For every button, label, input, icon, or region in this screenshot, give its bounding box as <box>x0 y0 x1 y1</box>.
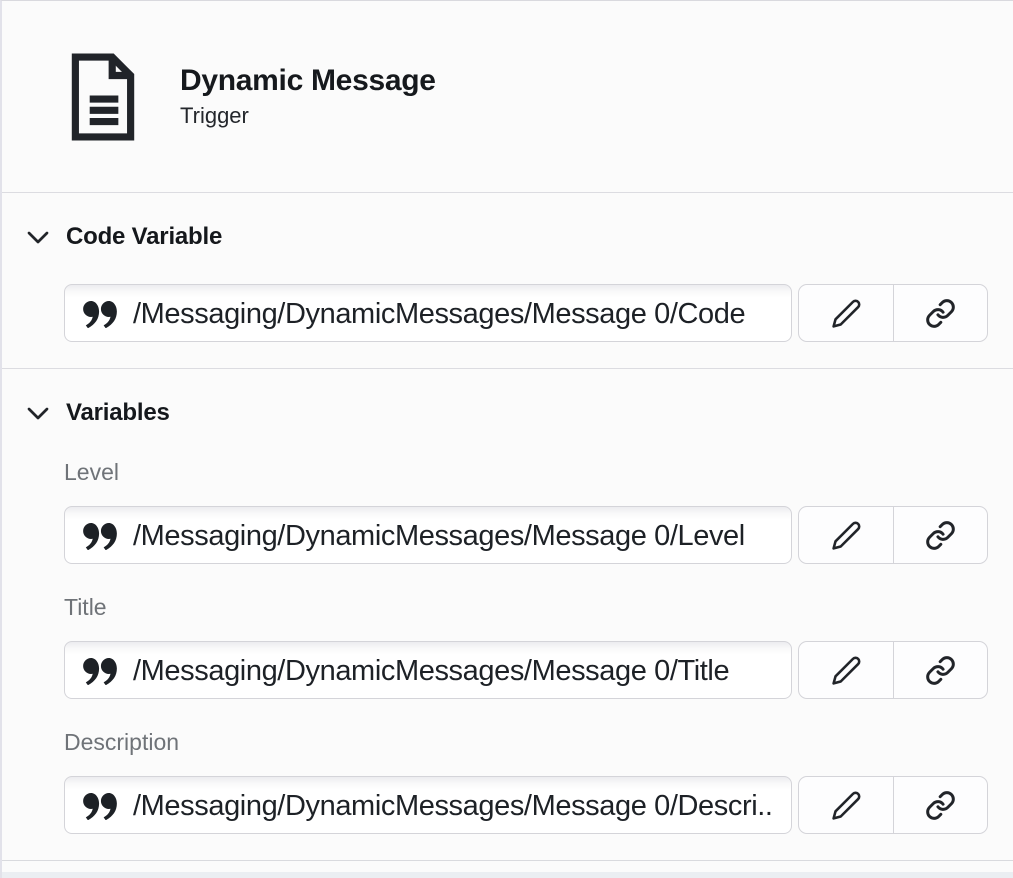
link-button[interactable] <box>893 285 987 341</box>
link-icon <box>925 655 956 686</box>
pencil-icon <box>831 655 862 686</box>
variable-path-input[interactable]: /Messaging/DynamicMessages/Message 0/Lev… <box>64 506 792 564</box>
link-button[interactable] <box>893 507 987 563</box>
page-title: Dynamic Message <box>180 64 436 97</box>
field-action-group <box>798 506 988 564</box>
chevron-down-icon <box>27 407 49 420</box>
field-action-group <box>798 641 988 699</box>
variable-row: /Messaging/DynamicMessages/Message 0/Tit… <box>64 641 988 699</box>
link-button[interactable] <box>893 642 987 698</box>
variable-label: Title <box>64 595 988 619</box>
variable-path-value: /Messaging/DynamicMessages/Message 0/Lev… <box>133 520 745 551</box>
link-icon <box>925 790 956 821</box>
edit-button[interactable] <box>799 777 893 833</box>
variable-field: /Messaging/DynamicMessages/Message 0/Cod… <box>64 284 988 342</box>
quote-icon <box>83 523 117 550</box>
pencil-icon <box>831 790 862 821</box>
section-fields: /Messaging/DynamicMessages/Message 0/Cod… <box>64 284 988 342</box>
pencil-icon <box>831 298 862 329</box>
link-icon <box>925 520 956 551</box>
variable-path-value: /Messaging/DynamicMessages/Message 0/Des… <box>133 790 773 821</box>
edit-button[interactable] <box>799 642 893 698</box>
field-action-group <box>798 776 988 834</box>
variable-field: Title /Messaging/DynamicMessages/Message… <box>64 595 988 699</box>
variable-field: Level /Messaging/DynamicMessages/Message… <box>64 460 988 564</box>
link-icon <box>925 298 956 329</box>
section-title: Code Variable <box>66 223 222 251</box>
link-button[interactable] <box>893 777 987 833</box>
variable-label: Level <box>64 460 988 484</box>
variable-label: Description <box>64 730 988 754</box>
variable-path-value: /Messaging/DynamicMessages/Message 0/Cod… <box>133 298 745 329</box>
section-title: Variables <box>66 399 170 427</box>
section-header: Variables <box>26 399 988 427</box>
variable-path-value: /Messaging/DynamicMessages/Message 0/Tit… <box>133 655 729 686</box>
trigger-type-label: Trigger <box>180 104 436 128</box>
variable-path-input[interactable]: /Messaging/DynamicMessages/Message 0/Cod… <box>64 284 792 342</box>
header-text: Dynamic Message Trigger <box>180 64 436 128</box>
section-collapse-button[interactable] <box>26 225 50 249</box>
quote-icon <box>83 658 117 685</box>
trigger-config-panel: Dynamic Message Trigger Code Variable <box>0 0 1013 878</box>
variable-path-input[interactable]: /Messaging/DynamicMessages/Message 0/Tit… <box>64 641 792 699</box>
variable-field: Description /Messaging/DynamicMessages/M… <box>64 730 988 834</box>
variable-row: /Messaging/DynamicMessages/Message 0/Des… <box>64 776 988 834</box>
field-action-group <box>798 284 988 342</box>
config-section: Code Variable /Messaging/DynamicMessages… <box>2 193 1013 369</box>
edit-button[interactable] <box>799 285 893 341</box>
variable-path-input[interactable]: /Messaging/DynamicMessages/Message 0/Des… <box>64 776 792 834</box>
sections-container: Code Variable /Messaging/DynamicMessages… <box>2 193 1013 861</box>
quote-icon <box>83 301 117 328</box>
pencil-icon <box>831 520 862 551</box>
edit-button[interactable] <box>799 507 893 563</box>
bottom-edge-strip <box>2 872 1013 878</box>
quote-icon <box>83 793 117 820</box>
variable-row: /Messaging/DynamicMessages/Message 0/Lev… <box>64 506 988 564</box>
section-collapse-button[interactable] <box>26 401 50 425</box>
section-header: Code Variable <box>26 223 988 251</box>
config-section: Variables Level /Messaging/DynamicMessag… <box>2 369 1013 861</box>
panel-header: Dynamic Message Trigger <box>2 1 1013 193</box>
chevron-down-icon <box>27 231 49 244</box>
variable-row: /Messaging/DynamicMessages/Message 0/Cod… <box>64 284 988 342</box>
document-icon <box>68 53 138 141</box>
section-fields: Level /Messaging/DynamicMessages/Message… <box>64 460 988 834</box>
